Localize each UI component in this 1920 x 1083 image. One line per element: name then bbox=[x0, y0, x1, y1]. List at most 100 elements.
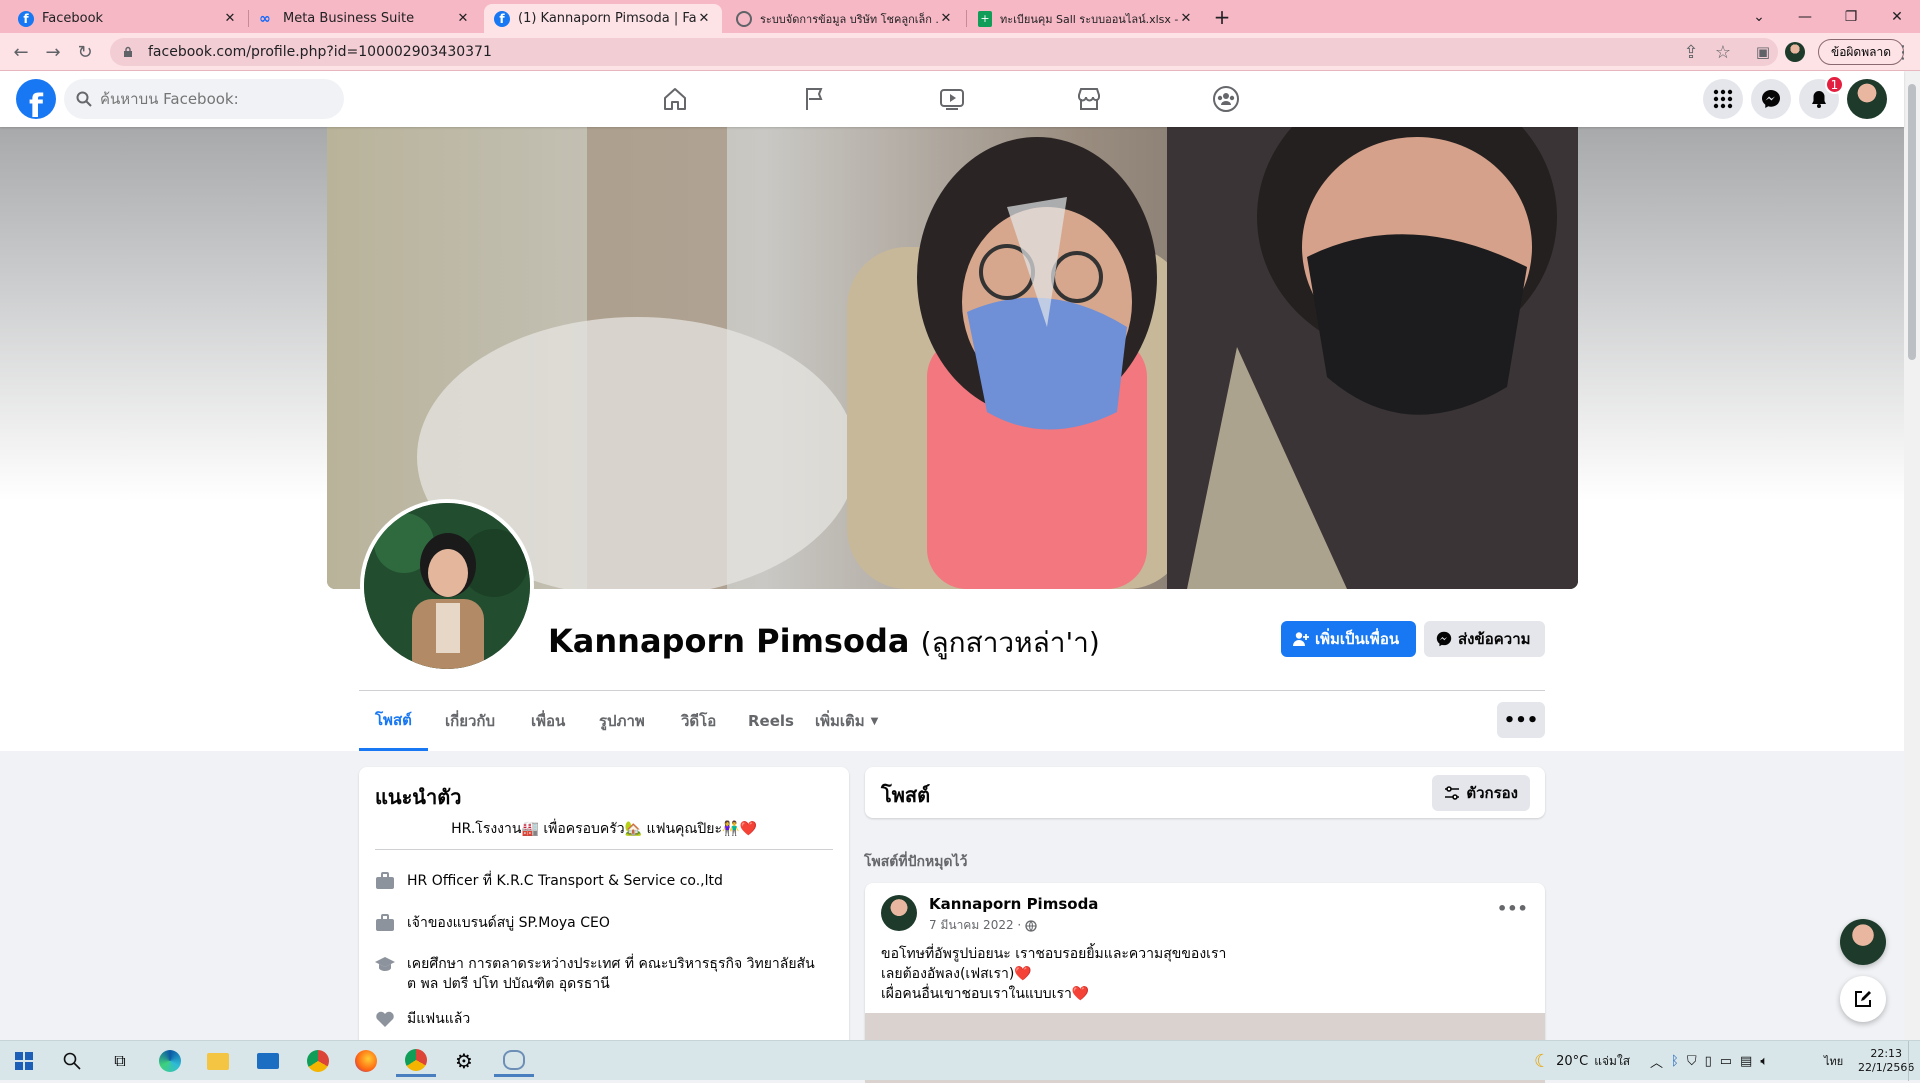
battery-icon[interactable]: ▯ bbox=[1705, 1054, 1712, 1069]
tab-search-icon[interactable]: ⌄ bbox=[1736, 0, 1782, 33]
close-tab-icon[interactable]: ✕ bbox=[696, 11, 712, 26]
tab-reels[interactable]: Reels bbox=[748, 691, 794, 751]
tab-more[interactable]: เพิ่มเติม ▼ bbox=[815, 691, 878, 751]
reload-icon[interactable]: ↻ bbox=[72, 39, 98, 65]
minimize-button[interactable]: — bbox=[1782, 0, 1828, 33]
notification-badge: 1 bbox=[1825, 75, 1844, 94]
add-person-icon bbox=[1293, 632, 1309, 646]
volume-icon[interactable]: 🔈︎ bbox=[1760, 1054, 1768, 1069]
profile-picture[interactable] bbox=[360, 499, 534, 673]
network-icon[interactable]: ▤ bbox=[1740, 1054, 1752, 1069]
graduation-cap-icon bbox=[375, 957, 395, 971]
input-language[interactable]: ไทย bbox=[1824, 1041, 1843, 1081]
add-friend-button[interactable]: เพิ่มเป็นเพื่อน bbox=[1281, 621, 1416, 657]
browser-tab[interactable]: ∞ Meta Business Suite ✕ bbox=[249, 4, 481, 33]
moon-icon: ☾ bbox=[1534, 1050, 1551, 1072]
show-desktop-button[interactable] bbox=[1908, 1041, 1920, 1081]
posts-title: โพสต์ bbox=[881, 783, 931, 807]
search-icon[interactable] bbox=[52, 1045, 92, 1077]
tab-videos[interactable]: วิดีโอ bbox=[681, 691, 716, 751]
chrome-profile-icon[interactable] bbox=[396, 1045, 436, 1077]
close-tab-icon[interactable]: ✕ bbox=[455, 11, 471, 26]
profile-avatar-icon[interactable] bbox=[1782, 39, 1808, 65]
intro-relationship-item: มีแฟนแล้ว bbox=[375, 1009, 815, 1029]
menu-grid-icon[interactable] bbox=[1703, 79, 1743, 119]
filter-button[interactable]: ตัวกรอง bbox=[1432, 775, 1530, 811]
scrollbar-thumb[interactable] bbox=[1908, 84, 1916, 360]
address-bar[interactable]: facebook.com/profile.php?id=100002903430… bbox=[110, 38, 1778, 66]
bookmark-star-icon[interactable]: ☆ bbox=[1710, 39, 1736, 65]
close-tab-icon[interactable]: ✕ bbox=[222, 11, 238, 26]
intro-work-item: HR Officer ที่ K.R.C Transport & Service… bbox=[375, 871, 815, 891]
chrome-icon[interactable] bbox=[298, 1045, 338, 1077]
clock[interactable]: 22:13 22/1/2566 bbox=[1858, 1041, 1914, 1081]
account-avatar[interactable] bbox=[1847, 79, 1887, 119]
browser-tab[interactable]: + ทะเบียนคุม Sall ระบบออนไลน์.xlsx - G ✕ bbox=[968, 4, 1204, 33]
post-options-icon[interactable]: ••• bbox=[1497, 899, 1528, 918]
pages-flag-icon[interactable] bbox=[759, 71, 871, 127]
browser-tab-strip: f Facebook ✕ ∞ Meta Business Suite ✕ f (… bbox=[0, 0, 1920, 33]
meta-icon: ∞ bbox=[259, 10, 271, 27]
display-icon[interactable]: ▭ bbox=[1720, 1054, 1732, 1069]
windows-start-icon[interactable] bbox=[4, 1045, 44, 1077]
home-icon[interactable] bbox=[619, 71, 731, 127]
browser-tab[interactable]: ระบบจัดการข้อมูล บริษัท โชคลูกเล็ก ... ✕ bbox=[726, 4, 964, 33]
close-tab-icon[interactable]: ✕ bbox=[938, 11, 954, 26]
new-message-button[interactable] bbox=[1840, 976, 1886, 1022]
bluetooth-icon[interactable]: ᛒ bbox=[1671, 1054, 1679, 1069]
post-text: ขอโทษที่อัพรูปบ่อยนะ เราชอบรอยยิ้มและควา… bbox=[881, 946, 1227, 1002]
compose-icon bbox=[1855, 991, 1871, 1007]
profile-more-button[interactable]: ••• bbox=[1497, 702, 1545, 738]
settings-gear-icon[interactable]: ⚙ bbox=[444, 1045, 484, 1077]
task-view-icon[interactable]: ⧉ bbox=[100, 1045, 140, 1077]
system-tray: ︿ ᛒ ⛉ ▯ ▭ ▤ 🔈︎ bbox=[1650, 1041, 1768, 1081]
close-tab-icon[interactable]: ✕ bbox=[1178, 11, 1194, 26]
new-tab-button[interactable]: + bbox=[1202, 0, 1242, 33]
messenger-icon bbox=[1436, 631, 1452, 647]
messenger-icon[interactable] bbox=[1751, 79, 1791, 119]
weather-widget[interactable]: ☾ 20°C แจ่มใส bbox=[1534, 1041, 1630, 1081]
browser-toolbar: ← → ↻ facebook.com/profile.php?id=100002… bbox=[0, 33, 1920, 71]
chevron-up-icon[interactable]: ︿ bbox=[1650, 1052, 1663, 1071]
caret-down-icon: ▼ bbox=[870, 715, 879, 727]
post-author-avatar[interactable] bbox=[881, 895, 917, 931]
search-box[interactable] bbox=[64, 79, 344, 119]
message-button[interactable]: ส่งข้อความ bbox=[1424, 621, 1545, 657]
browser-tab-active[interactable]: f (1) Kannaporn Pimsoda | Faceboo ✕ bbox=[484, 4, 722, 33]
edge-browser-icon[interactable] bbox=[150, 1045, 190, 1077]
file-explorer-icon[interactable] bbox=[198, 1045, 238, 1077]
tab-posts[interactable]: โพสต์ bbox=[359, 691, 428, 751]
firefox-icon[interactable] bbox=[346, 1045, 386, 1077]
tab-separator bbox=[966, 10, 967, 27]
intro-card: แนะนำตัว HR.โรงงาน🏭 เพื่อครอบครัว🏡 แฟนคุ… bbox=[359, 767, 849, 1067]
share-icon[interactable]: ⇪ bbox=[1678, 39, 1704, 65]
facebook-logo-icon[interactable]: f bbox=[16, 79, 56, 119]
side-panel-icon[interactable]: ▣ bbox=[1750, 39, 1776, 65]
search-input[interactable] bbox=[100, 90, 320, 108]
shield-icon[interactable]: ⛉ bbox=[1687, 1054, 1697, 1069]
search-icon bbox=[76, 91, 92, 107]
intro-bio: HR.โรงงาน🏭 เพื่อครอบครัว🏡 แฟนคุณปิยะ👫❤️ bbox=[451, 821, 757, 837]
tab-photos[interactable]: รูปภาพ bbox=[599, 691, 645, 751]
intro-work-item: เจ้าของแบรนด์สบู่ SP.Moya CEO bbox=[375, 913, 815, 933]
notifications-bell-icon[interactable]: 1 bbox=[1799, 75, 1844, 119]
back-arrow-icon[interactable]: ← bbox=[8, 39, 34, 65]
restore-button[interactable]: ❐ bbox=[1828, 0, 1874, 33]
groups-icon[interactable] bbox=[1170, 71, 1282, 127]
intro-education-item: เคยศึกษา การตลาดระหว่างประเทศ ที่ คณะบริ… bbox=[375, 954, 815, 994]
close-window-button[interactable]: ✕ bbox=[1874, 0, 1920, 33]
post-author-name[interactable]: Kannaporn Pimsoda bbox=[929, 895, 1098, 913]
marketplace-icon[interactable] bbox=[1033, 71, 1145, 127]
watch-video-icon[interactable] bbox=[896, 71, 1008, 127]
intro-divider bbox=[375, 849, 833, 850]
cover-photo[interactable] bbox=[327, 127, 1578, 589]
tab-about[interactable]: เกี่ยวกับ bbox=[445, 691, 495, 751]
tab-friends[interactable]: เพื่อน bbox=[531, 691, 565, 751]
forward-arrow-icon[interactable]: → bbox=[40, 39, 66, 65]
chat-contact-avatar[interactable] bbox=[1840, 919, 1886, 965]
mail-icon[interactable] bbox=[248, 1045, 288, 1077]
heart-icon bbox=[376, 1011, 394, 1027]
browser-tab[interactable]: f Facebook ✕ bbox=[8, 4, 248, 33]
menu-dots-icon[interactable]: ⋮ bbox=[1890, 39, 1916, 65]
paint-app-icon[interactable] bbox=[494, 1045, 534, 1077]
